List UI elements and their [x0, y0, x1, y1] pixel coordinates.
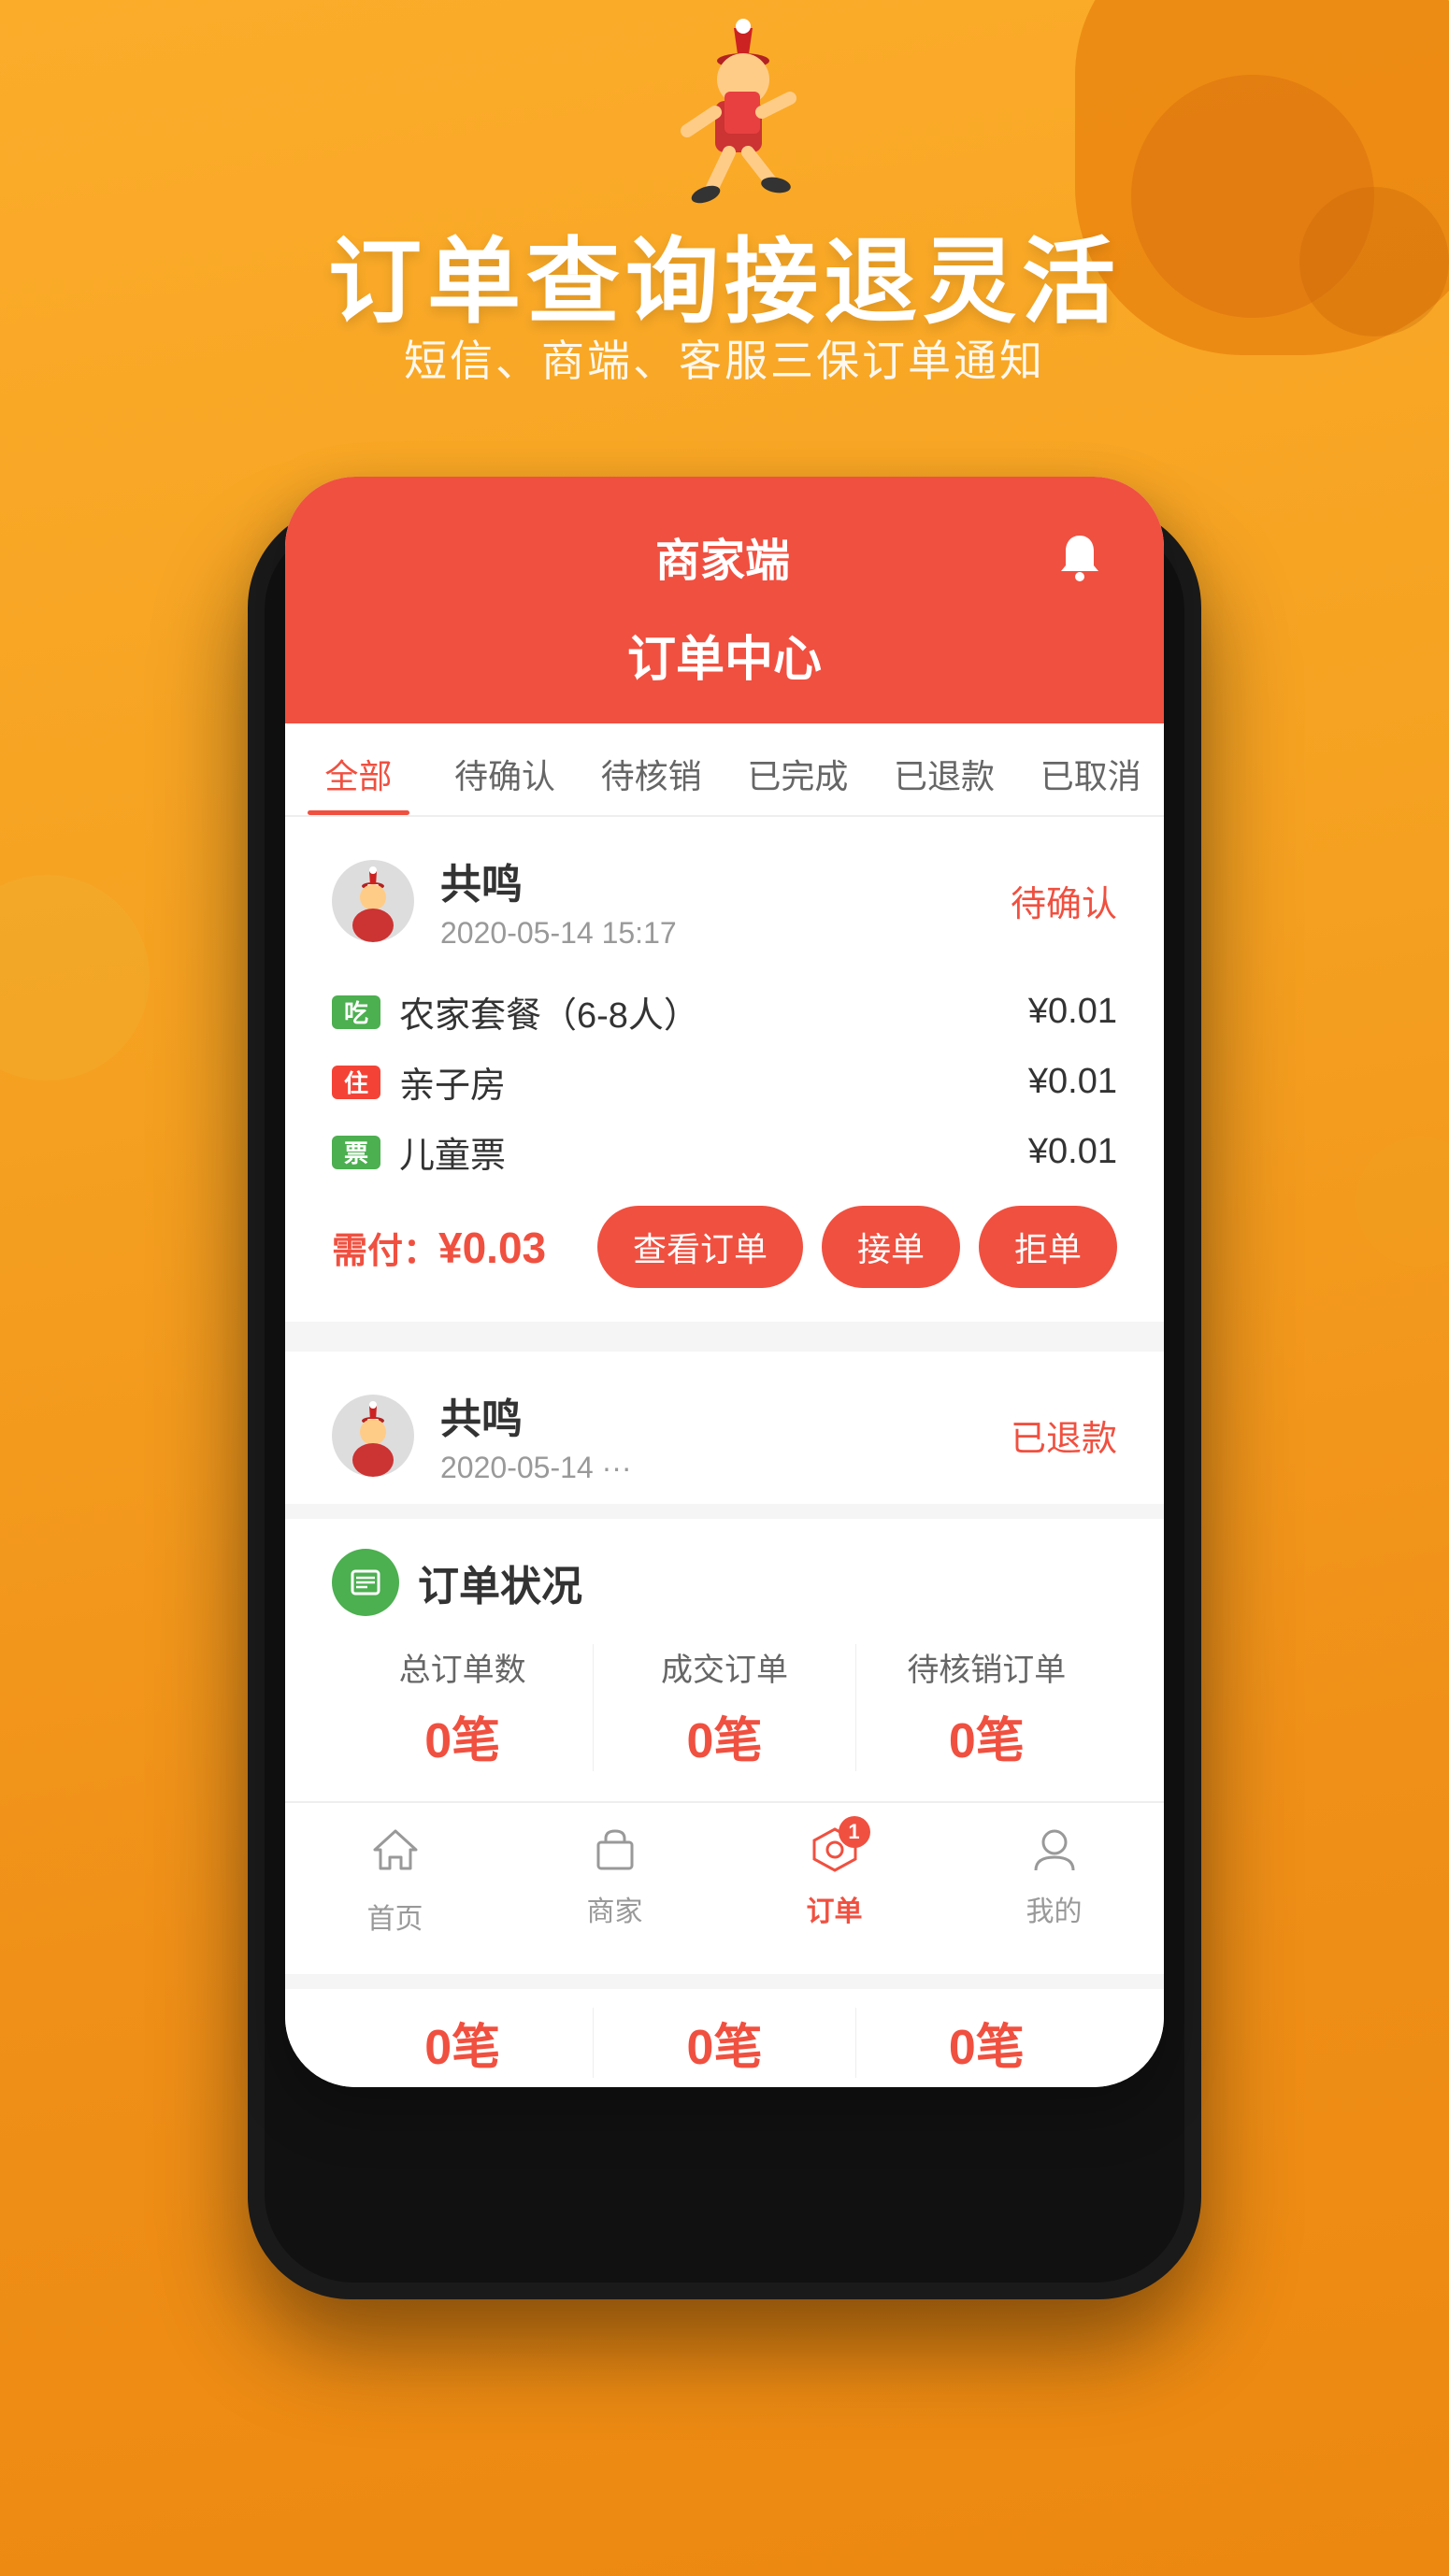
stat-completed: 成交订单 0笔: [593, 1644, 855, 1771]
stat-completed-label: 成交订单: [594, 1644, 854, 1690]
view-order-button[interactable]: 查看订单: [597, 1206, 803, 1288]
stat-pending-verify: 待核销订单 0笔: [856, 1644, 1117, 1771]
tab-pending-confirm[interactable]: 待确认: [432, 723, 579, 815]
tag-ticket: 票: [332, 1136, 380, 1169]
shop-icon: [589, 1824, 641, 1881]
accept-order-button[interactable]: 接单: [822, 1206, 960, 1288]
tab-pending-verify[interactable]: 待核销: [578, 723, 724, 815]
item-name-ticket: 儿童票: [399, 1126, 1028, 1178]
partial-bottom-stats: 0笔 0笔 0笔: [285, 1974, 1164, 2087]
nav-profile[interactable]: 我的: [944, 1824, 1164, 1937]
stat-completed-value: 0笔: [594, 1701, 854, 1771]
order-status-1: 待确认: [1011, 875, 1117, 926]
tag-eat: 吃: [332, 995, 380, 1029]
order-status-section: 订单状况 总订单数 0笔 成交订单 0笔 待核销订单 0笔: [285, 1504, 1164, 1801]
order-badge: 1: [839, 1816, 870, 1848]
order-icon: 1: [809, 1824, 861, 1881]
nav-shop[interactable]: 商家: [505, 1824, 724, 1937]
user-name-1: 共鸣: [440, 851, 1011, 910]
item-price-ticket: ¥0.01: [1028, 1132, 1117, 1172]
item-name-eat: 农家套餐（6-8人）: [399, 986, 1028, 1038]
bell-icon[interactable]: [1052, 528, 1108, 584]
order-item-eat: 吃 农家套餐（6-8人） ¥0.01: [332, 977, 1117, 1047]
user-name-2: 共鸣: [440, 1385, 1011, 1445]
nav-home-label: 首页: [367, 1896, 423, 1937]
order-time-1: 2020-05-14 15:17: [440, 916, 1011, 951]
user-avatar-2: [332, 1395, 414, 1477]
bottom-nav: 首页 商家: [285, 1801, 1164, 1974]
stat-total: 总订单数 0笔: [332, 1644, 593, 1771]
merchant-label: 商家端: [655, 523, 790, 589]
tag-stay: 住: [332, 1066, 380, 1099]
order-total-1: 需付：¥0.03: [332, 1222, 546, 1273]
status-section-title: 订单状况: [418, 1553, 582, 1612]
hero-title: 订单查询接退灵活: [0, 206, 1449, 341]
phone-mockup: 商家端 订单中心 全部 待确认: [210, 477, 1239, 2087]
nav-profile-label: 我的: [1026, 1888, 1083, 1929]
nav-order[interactable]: 1 订单: [724, 1824, 944, 1937]
item-price-stay: ¥0.01: [1028, 1062, 1117, 1102]
item-name-stay: 亲子房: [399, 1056, 1028, 1108]
tab-all[interactable]: 全部: [285, 723, 432, 815]
home-icon: [369, 1824, 422, 1888]
tab-cancelled[interactable]: 已取消: [1017, 723, 1164, 815]
profile-icon: [1028, 1824, 1081, 1881]
tab-refunded[interactable]: 已退款: [871, 723, 1018, 815]
order-items-1: 吃 农家套餐（6-8人） ¥0.01 住 亲子房 ¥0.01 票 儿童票 ¥: [332, 977, 1117, 1187]
order-status-2: 已退款: [1011, 1410, 1117, 1461]
stat-total-value: 0笔: [332, 1701, 593, 1771]
tabs-bar: 全部 待确认 待核销 已完成 已退款 已取消: [285, 723, 1164, 817]
hero-subtitle: 短信、商端、客服三保订单通知: [0, 327, 1449, 389]
stat-total-label: 总订单数: [332, 1644, 593, 1690]
app-header: 商家端: [285, 477, 1164, 612]
item-price-eat: ¥0.01: [1028, 992, 1117, 1032]
tab-completed[interactable]: 已完成: [724, 723, 871, 815]
nav-order-label: 订单: [807, 1888, 863, 1929]
order-center-header: 订单中心: [285, 612, 1164, 723]
stat-pending-verify-label: 待核销订单: [856, 1644, 1117, 1690]
order-item-ticket: 票 儿童票 ¥0.01: [332, 1117, 1117, 1187]
phone-screen: 商家端 订单中心 全部 待确认: [285, 477, 1164, 2087]
order-item-stay: 住 亲子房 ¥0.01: [332, 1047, 1117, 1117]
order-time-placeholder: 2020-05-14 ···: [440, 1451, 1011, 1485]
reject-order-button[interactable]: 拒单: [979, 1206, 1117, 1288]
nav-home[interactable]: 首页: [285, 1824, 505, 1937]
order-center-title: 订单中心: [285, 620, 1164, 690]
nav-shop-label: 商家: [587, 1888, 643, 1929]
stat-pending-verify-value: 0笔: [856, 1701, 1117, 1771]
user-avatar-1: [332, 860, 414, 942]
order-card-2: 共鸣 2020-05-14 ··· 已退款: [285, 1337, 1164, 1504]
order-card-1: 共鸣 2020-05-14 15:17 待确认 吃 农家套餐（6-8人） ¥0.…: [285, 817, 1164, 1322]
status-section-icon: [332, 1549, 399, 1616]
